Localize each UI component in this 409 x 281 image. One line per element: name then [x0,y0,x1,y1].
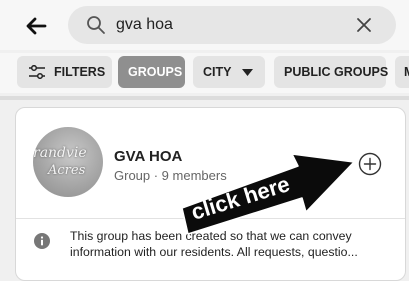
back-arrow-icon[interactable] [24,14,48,38]
section-divider [0,96,409,100]
search-header: gva hoa [0,0,409,50]
caret-down-icon [242,69,253,76]
search-bar[interactable]: gva hoa [68,6,396,44]
filters-chip[interactable]: FILTERS [17,56,112,88]
search-input[interactable]: gva hoa [116,15,173,35]
public-groups-chip[interactable]: PUBLIC GROUPS [274,56,389,88]
click-here-annotation: click here [181,153,355,235]
avatar-text-line-1: randvie [33,145,87,161]
city-chip-label: CITY [203,65,232,79]
group-avatar[interactable]: randvie Acres [33,127,103,197]
more-chip[interactable]: M [395,56,409,88]
city-chip[interactable]: CITY [193,56,265,88]
groups-chip[interactable]: GROUPS [118,56,185,88]
clear-search-icon[interactable] [354,15,374,35]
more-chip-label: M [404,56,409,88]
info-icon [34,233,50,249]
public-groups-chip-label: PUBLIC GROUPS [284,65,389,79]
avatar-text-line-2: Acres [48,163,86,178]
search-icon [87,16,105,34]
group-name[interactable]: GVA HOA [114,148,182,165]
groups-chip-label: GROUPS [128,65,183,79]
filters-chip-label: FILTERS [54,65,106,79]
sliders-icon [29,65,45,79]
filter-bar: FILTERS GROUPS CITY PUBLIC GROUPS M [0,53,409,93]
